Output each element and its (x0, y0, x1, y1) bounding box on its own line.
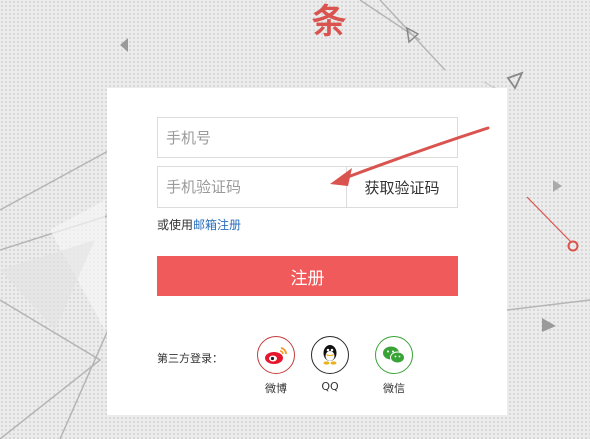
weibo-label: 微博 (265, 382, 287, 395)
weibo-login[interactable]: 微博 (254, 336, 298, 396)
email-register-link[interactable]: 邮箱注册 (193, 218, 241, 232)
qq-login[interactable]: QQ (308, 336, 352, 393)
sms-code-input[interactable] (157, 166, 347, 208)
wechat-label: 微信 (383, 382, 405, 395)
qq-label: QQ (321, 380, 339, 393)
phone-input[interactable] (157, 117, 458, 158)
alt-prefix: 或使用 (157, 218, 194, 232)
qq-penguin-icon[interactable] (311, 336, 349, 374)
wechat-login[interactable]: 微信 (372, 336, 416, 396)
get-code-button[interactable]: 获取验证码 (346, 166, 458, 208)
register-button[interactable]: 注册 (157, 256, 458, 296)
wechat-icon[interactable] (375, 336, 413, 374)
alt-register-row: 或使用邮箱注册 (157, 216, 241, 233)
weibo-icon[interactable] (257, 336, 295, 374)
headline-text: 条 (312, 2, 348, 42)
register-card: 获取验证码 或使用邮箱注册 注册 第三方登录： 微博 (107, 88, 507, 415)
third-party-label: 第三方登录： (157, 352, 223, 365)
